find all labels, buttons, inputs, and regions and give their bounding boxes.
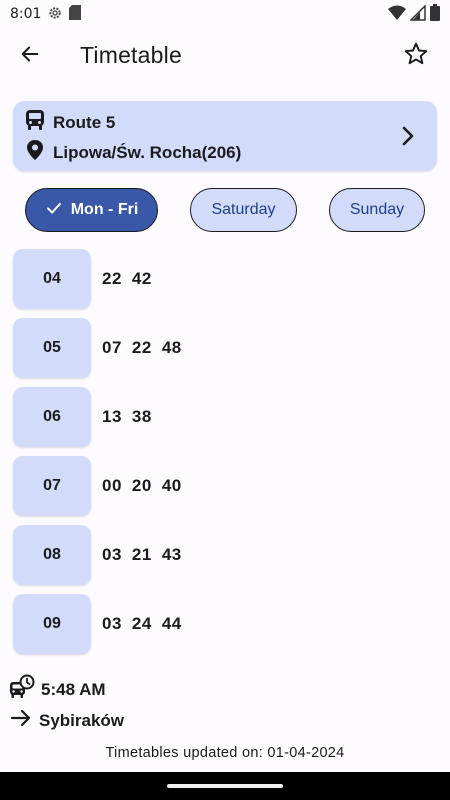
hour-box: 05 <box>13 318 91 378</box>
chip-label: Sunday <box>349 201 405 218</box>
timetable-updated-label: Timetables updated on: 01-04-2024 <box>105 745 345 761</box>
minute[interactable]: 13 <box>102 407 122 427</box>
wifi-icon <box>388 5 406 24</box>
minute[interactable]: 03 <box>102 545 122 565</box>
star-outline-icon <box>403 41 429 72</box>
minutes-list: 07 22 48 <box>102 338 182 358</box>
arrow-right-icon <box>9 707 33 734</box>
minute[interactable]: 24 <box>132 614 152 634</box>
chip-label: Mon - Fri <box>70 201 139 218</box>
hour-box: 07 <box>13 456 91 516</box>
minutes-list: 03 21 43 <box>102 545 182 565</box>
minute[interactable]: 44 <box>162 614 182 634</box>
home-handle[interactable] <box>167 784 283 788</box>
status-time: 8:01 <box>10 6 42 22</box>
minute[interactable]: 20 <box>132 476 152 496</box>
stop-name: Lipowa/Św. Rocha(206) <box>53 142 242 162</box>
timetable-row: 04 22 42 <box>13 249 437 309</box>
route-name: Route 5 <box>53 112 116 132</box>
hour-box: 09 <box>13 594 91 654</box>
sd-card-icon <box>69 5 82 23</box>
system-navigation-bar <box>0 772 450 800</box>
stop-row: Lipowa/Św. Rocha(206) <box>25 139 241 166</box>
timetable-row: 08 03 21 43 <box>13 525 437 585</box>
minute[interactable]: 21 <box>132 545 152 565</box>
status-bar: 8:01 <box>0 0 450 28</box>
minute[interactable]: 07 <box>102 338 122 358</box>
hour-box: 04 <box>13 249 91 309</box>
timetable-row: 05 07 22 48 <box>13 318 437 378</box>
minute[interactable]: 48 <box>162 338 182 358</box>
next-departure-time-row: 5:48 AM <box>9 674 106 705</box>
minutes-list: 00 20 40 <box>102 476 182 496</box>
minute[interactable]: 00 <box>102 476 122 496</box>
route-row: Route 5 <box>25 109 115 136</box>
minute[interactable]: 43 <box>162 545 182 565</box>
bus-icon <box>25 109 45 136</box>
next-departure-direction: Sybiraków <box>39 710 125 730</box>
hour-box: 06 <box>13 387 91 447</box>
back-button[interactable] <box>10 36 50 76</box>
timetable-row: 09 03 24 44 <box>13 594 437 654</box>
battery-icon <box>430 4 440 24</box>
route-card[interactable]: Route 5 Lipowa/Św. Rocha(206) <box>13 101 437 171</box>
chip-sunday[interactable]: Sunday <box>329 188 425 232</box>
check-icon <box>45 199 63 222</box>
arrow-back-icon <box>19 43 41 70</box>
bus-clock-icon <box>9 674 35 705</box>
signal-icon <box>409 3 426 24</box>
chevron-right-icon <box>395 124 419 148</box>
status-left: 8:01 <box>10 5 82 24</box>
minute[interactable]: 03 <box>102 614 122 634</box>
timetable-row: 07 00 20 40 <box>13 456 437 516</box>
chip-mon-fri[interactable]: Mon - Fri <box>25 188 158 232</box>
next-departure-time: 5:48 AM <box>41 679 106 699</box>
minutes-list: 13 38 <box>102 407 152 427</box>
favorite-button[interactable] <box>396 36 436 76</box>
next-departure-direction-row: Sybiraków <box>9 707 124 734</box>
location-pin-icon <box>25 139 45 166</box>
app-bar: Timetable <box>0 28 450 84</box>
page-title: Timetable <box>80 42 182 68</box>
minute[interactable]: 40 <box>162 476 182 496</box>
timetable-screen: 8:01 Timetable Route 5 Lipowa/Św. Rocha(… <box>0 0 450 800</box>
minute[interactable]: 22 <box>132 338 152 358</box>
minutes-list: 22 42 <box>102 269 152 289</box>
minute[interactable]: 42 <box>132 269 152 289</box>
chip-saturday[interactable]: Saturday <box>190 188 297 232</box>
minutes-list: 03 24 44 <box>102 614 182 634</box>
status-right <box>388 3 440 24</box>
hour-box: 08 <box>13 525 91 585</box>
gear-icon <box>47 5 63 24</box>
timetable-row: 06 13 38 <box>13 387 437 447</box>
minute[interactable]: 22 <box>102 269 122 289</box>
minute[interactable]: 38 <box>132 407 152 427</box>
chip-label: Saturday <box>211 201 276 218</box>
